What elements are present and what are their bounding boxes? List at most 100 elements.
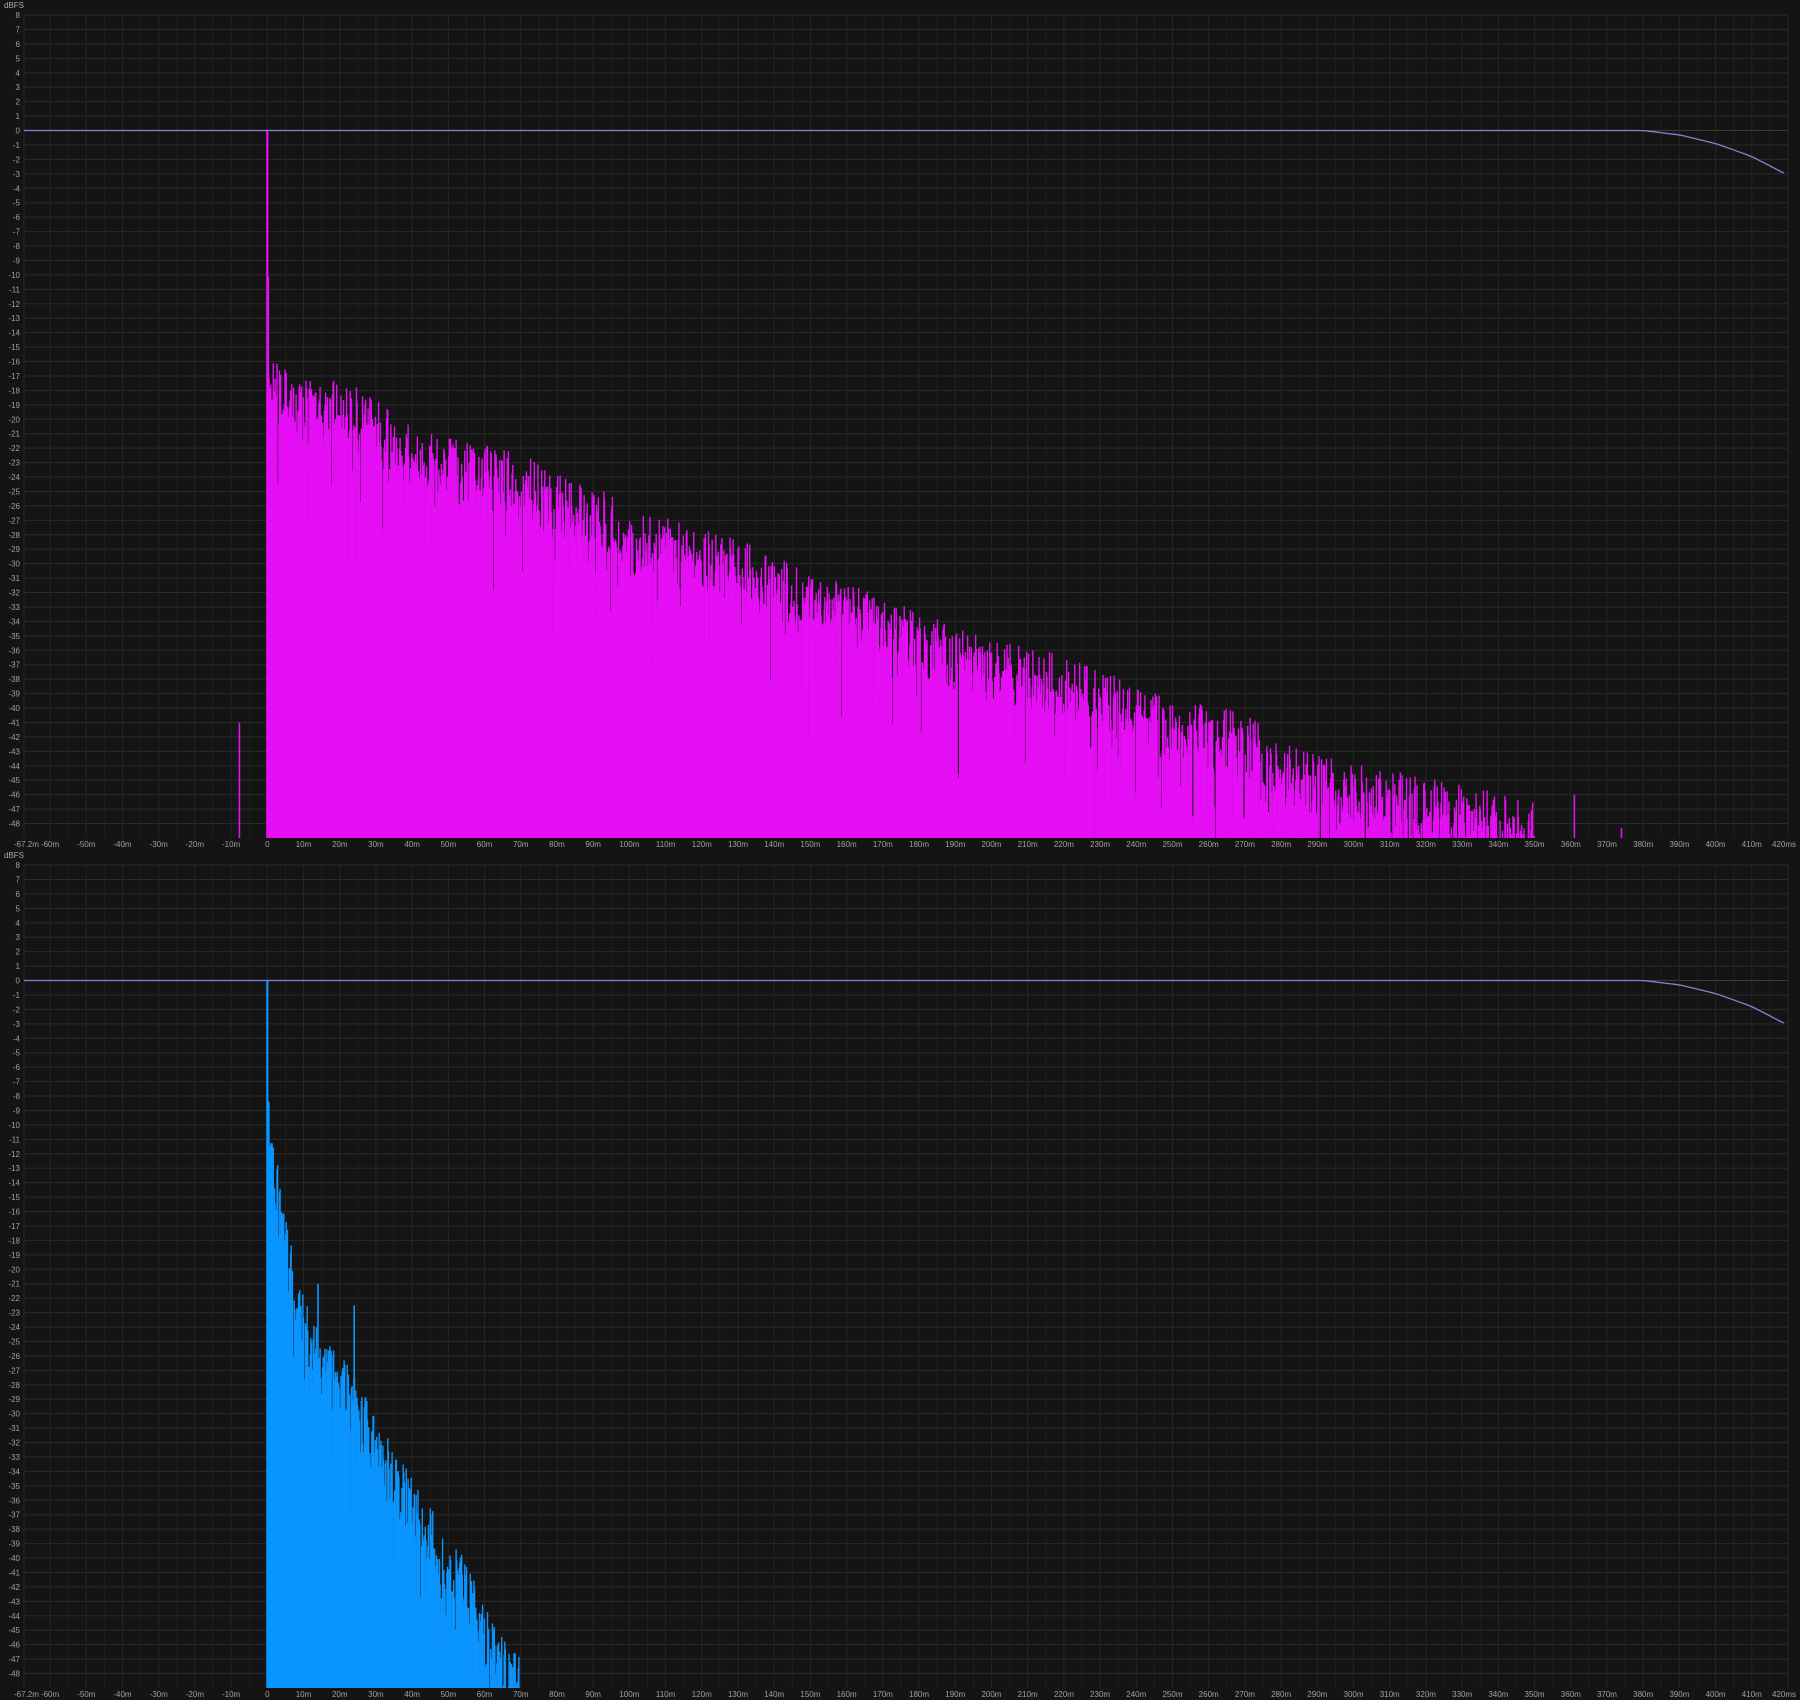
y-tick-label: -3 [13, 170, 21, 179]
y-tick-label: -6 [13, 213, 21, 222]
y-tick-label: -15 [8, 1193, 20, 1202]
y-tick-label: -48 [8, 1670, 20, 1679]
y-tick-label: -19 [8, 1251, 20, 1260]
y-tick-label: 7 [16, 25, 21, 34]
y-tick-label: -24 [8, 1323, 20, 1332]
x-tick-label: 50m [441, 840, 457, 849]
x-tick-label: 70m [513, 840, 529, 849]
x-tick-label: 340m [1488, 840, 1508, 849]
y-tick-label: -29 [8, 545, 20, 554]
x-tick-label: 370m [1597, 1690, 1617, 1699]
y-axis-unit-label: dBFS [4, 1, 24, 10]
y-tick-label: -41 [8, 718, 20, 727]
y-tick-label: -25 [8, 1337, 20, 1346]
impulse-response-plot-bottom: 8 7 6 5 4 3 2 1 0 -1 -2 -3 -4 -5 -6 -7 -8 -9 -10 -11 -12 -13 -… [0, 850, 1800, 1700]
x-tick-label: 170m [873, 1690, 893, 1699]
x-tick-label: 270m [1235, 840, 1255, 849]
y-tick-label: -18 [8, 1236, 20, 1245]
y-tick-label: 8 [16, 861, 21, 870]
y-tick-label: -44 [8, 762, 20, 771]
y-tick-label: -30 [8, 560, 20, 569]
y-tick-label: -4 [13, 1034, 21, 1043]
x-tick-label: 420ms [1772, 1690, 1796, 1699]
x-tick-label: -60m [41, 1690, 60, 1699]
y-tick-label: -3 [13, 1020, 21, 1029]
x-tick-label: 370m [1597, 840, 1617, 849]
x-tick-label: 100m [619, 1690, 639, 1699]
y-tick-label: -33 [8, 603, 20, 612]
y-tick-label: -27 [8, 1366, 20, 1375]
x-tick-label: 250m [1162, 840, 1182, 849]
impulse-response-chart-bottom: 8 7 6 5 4 3 2 1 0 -1 -2 -3 -4 -5 -6 -7 -8 -9 -10 -11 -12 -13 -… [0, 850, 1800, 1700]
x-tick-label: 160m [837, 840, 857, 849]
y-tick-label: -13 [8, 1164, 20, 1173]
x-tick-label: 60m [477, 840, 493, 849]
y-tick-label: 1 [16, 112, 21, 121]
y-tick-label: -48 [8, 820, 20, 829]
y-tick-label: -27 [8, 516, 20, 525]
y-tick-label: -25 [8, 487, 20, 496]
y-tick-label: -19 [8, 401, 20, 410]
y-tick-label: -5 [13, 1049, 21, 1058]
y-tick-label: -39 [8, 1540, 20, 1549]
y-tick-label: -26 [8, 1352, 20, 1361]
y-tick-label: -14 [8, 329, 20, 338]
y-tick-label: -45 [8, 776, 20, 785]
x-tick-label: 400m [1706, 840, 1726, 849]
x-tick-label: 210m [1018, 1690, 1038, 1699]
y-tick-label: -7 [13, 1078, 21, 1087]
x-tick-label: 170m [873, 840, 893, 849]
x-tick-label: 300m [1344, 840, 1364, 849]
x-tick-label: 330m [1452, 840, 1472, 849]
x-tick-label: 100m [619, 840, 639, 849]
x-tick-label: 90m [585, 1690, 601, 1699]
x-tick-label: 420ms [1772, 840, 1796, 849]
y-tick-label: -17 [8, 1222, 20, 1231]
x-tick-label: 290m [1307, 840, 1327, 849]
y-tick-label: -7 [13, 228, 21, 237]
x-tick-label: 0 [265, 840, 270, 849]
y-tick-label: -17 [8, 372, 20, 381]
y-tick-label: 8 [16, 11, 21, 20]
y-tick-label: -22 [8, 444, 20, 453]
x-tick-label: 140m [764, 1690, 784, 1699]
x-tick-label: 390m [1669, 840, 1689, 849]
impulse-response-plot-top: 8 7 6 5 4 3 2 1 0 -1 -2 -3 -4 -5 -6 -7 -8 -9 -10 -11 -12 -13 -… [0, 0, 1800, 850]
y-tick-label: -13 [8, 314, 20, 323]
y-tick-label: -24 [8, 473, 20, 482]
y-tick-label: -45 [8, 1626, 20, 1635]
y-tick-label: -38 [8, 1525, 20, 1534]
y-tick-label: -20 [8, 1265, 20, 1274]
x-tick-label: 50m [441, 1690, 457, 1699]
x-tick-label: 190m [945, 1690, 965, 1699]
x-tick-label: 130m [728, 1690, 748, 1699]
y-tick-label: -37 [8, 1511, 20, 1520]
x-tick-label: 220m [1054, 840, 1074, 849]
y-tick-label: 0 [16, 977, 21, 986]
x-tick-label: 190m [945, 840, 965, 849]
y-tick-label: -14 [8, 1179, 20, 1188]
x-tick-label: 260m [1199, 1690, 1219, 1699]
x-tick-label: 70m [513, 1690, 529, 1699]
x-tick-label: -20m [186, 840, 205, 849]
x-tick-label: 0 [265, 1690, 270, 1699]
y-tick-label: -33 [8, 1453, 20, 1462]
x-tick-label: 150m [800, 840, 820, 849]
x-tick-label: -20m [186, 1690, 205, 1699]
x-tick-label: 280m [1271, 840, 1291, 849]
y-tick-label: -16 [8, 358, 20, 367]
x-tick-label: 410m [1742, 840, 1762, 849]
y-tick-label: -35 [8, 632, 20, 641]
y-tick-label: -37 [8, 661, 20, 670]
y-tick-label: -42 [8, 733, 20, 742]
x-tick-label: 380m [1633, 1690, 1653, 1699]
x-tick-label: 270m [1235, 1690, 1255, 1699]
x-tick-label: 390m [1669, 1690, 1689, 1699]
y-tick-label: -46 [8, 1641, 20, 1650]
x-tick-label: 280m [1271, 1690, 1291, 1699]
x-tick-label: 90m [585, 840, 601, 849]
y-tick-label: -39 [8, 690, 20, 699]
x-tick-label: -60m [41, 840, 60, 849]
y-tick-label: -10 [8, 1121, 20, 1130]
x-tick-label: 150m [800, 1690, 820, 1699]
